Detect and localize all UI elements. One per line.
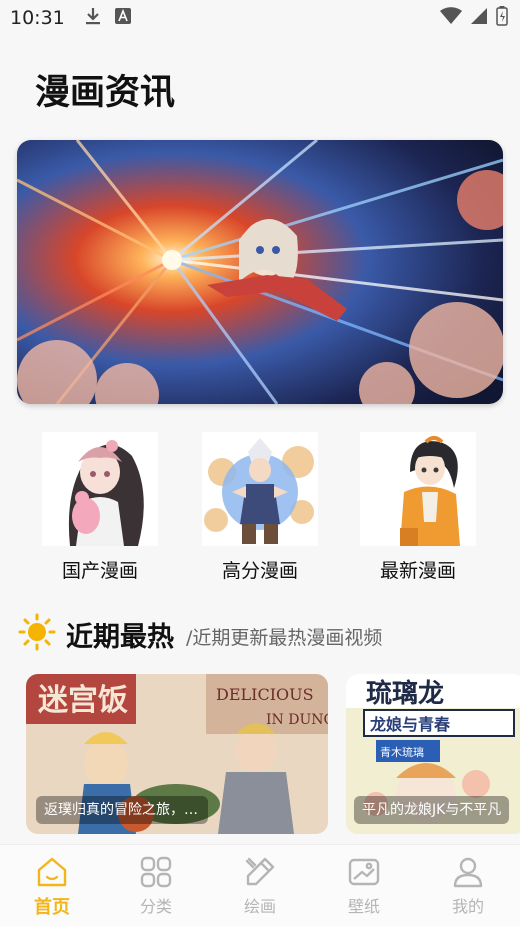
download-icon xyxy=(85,7,101,29)
nav-wallpaper[interactable]: 壁纸 xyxy=(312,845,416,926)
nav-drawing[interactable]: 绘画 xyxy=(208,845,312,926)
page-title: 漫画资讯 xyxy=(35,73,176,113)
video-card-dragon[interactable]: 琉璃龙 龙娘与青春 青木琉璃 平凡的龙娘JK与不平凡 xyxy=(346,674,520,834)
svg-text:龙娘与青春: 龙娘与青春 xyxy=(369,715,451,734)
profile-icon xyxy=(453,857,483,888)
nav-category-label: 分类 xyxy=(139,897,172,916)
nav-profile[interactable]: 我的 xyxy=(416,845,520,926)
section-header: 近期最热 /近期更新最热漫画视频 xyxy=(18,612,518,656)
category-row: 国产漫画 高分漫画 最新漫画 xyxy=(0,430,520,590)
section-title: 近期最热 xyxy=(66,621,174,653)
font-app-icon xyxy=(114,8,131,28)
hero-banner-image xyxy=(17,140,503,404)
bottom-nav: 首页 分类 绘画 壁纸 我的 xyxy=(0,844,520,926)
video-card-dungeon[interactable]: 迷宫饭 DELICIOUS IN DUNGEON 返璞归真的冒险之旅，简... xyxy=(26,674,328,834)
category-latest-image xyxy=(360,432,476,546)
category-latest[interactable]: 最新漫画 xyxy=(348,430,488,590)
nav-wallpaper-label: 壁纸 xyxy=(347,897,380,916)
category-high-score-label: 高分漫画 xyxy=(221,560,298,582)
status-bar: 10:31 xyxy=(0,0,520,36)
category-domestic-image xyxy=(42,432,158,546)
home-icon xyxy=(37,857,67,887)
category-high-score-image xyxy=(202,432,318,546)
svg-text:琉璃龙: 琉璃龙 xyxy=(366,678,444,709)
svg-text:青木琉璃: 青木琉璃 xyxy=(380,745,424,759)
signal-icon xyxy=(470,7,488,29)
category-latest-label: 最新漫画 xyxy=(379,560,456,582)
brush-icon xyxy=(245,857,275,886)
video-caption: 返璞归真的冒险之旅，简... xyxy=(36,796,208,824)
hero-banner[interactable] xyxy=(17,140,503,404)
video-caption: 平凡的龙娘JK与不平凡 xyxy=(354,796,510,824)
svg-text:DELICIOUS: DELICIOUS xyxy=(216,685,314,704)
svg-text:IN DUNGEON: IN DUNGEON xyxy=(266,712,328,728)
category-high-score[interactable]: 高分漫画 xyxy=(190,430,330,590)
category-domestic-label: 国产漫画 xyxy=(61,560,138,582)
wallpaper-icon xyxy=(348,858,380,886)
nav-home-label: 首页 xyxy=(34,897,70,918)
category-domestic[interactable]: 国产漫画 xyxy=(30,430,170,590)
svg-text:迷宫饭: 迷宫饭 xyxy=(38,683,128,718)
sun-icon xyxy=(18,613,56,655)
nav-profile-label: 我的 xyxy=(451,897,484,916)
grid-icon xyxy=(140,856,172,888)
wifi-icon xyxy=(440,7,462,29)
battery-icon xyxy=(496,6,508,30)
section-subtitle: /近期更新最热漫画视频 xyxy=(186,626,383,649)
nav-home[interactable]: 首页 xyxy=(0,845,104,926)
status-time: 10:31 xyxy=(10,7,65,29)
nav-drawing-label: 绘画 xyxy=(243,897,276,916)
nav-category[interactable]: 分类 xyxy=(104,845,208,926)
